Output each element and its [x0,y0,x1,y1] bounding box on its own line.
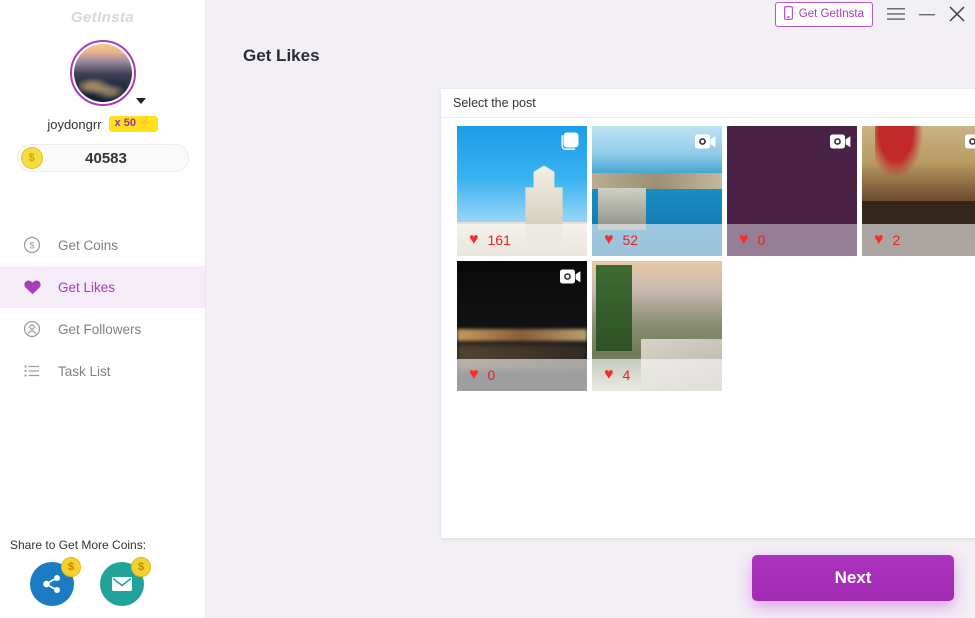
sidebar-item-label: Get Coins [58,237,119,253]
panel-header: Select the post [441,89,975,118]
post-tile[interactable]: ♥ 0 [727,126,857,256]
coin-badge: $ [131,557,155,577]
main-area: Get GetInsta Get Likes Select the post ♥… [206,0,975,618]
like-count: 4 [622,367,631,383]
list-icon [22,361,42,381]
post-tile[interactable]: ♥ 4 [592,261,722,391]
multiplier-label: x 50 [114,117,136,129]
share-network-button[interactable]: $ [30,557,85,606]
like-count: 161 [487,232,511,248]
close-icon[interactable] [949,6,965,22]
like-bar: ♥ 4 [592,359,722,391]
hamburger-menu-icon[interactable] [887,7,905,21]
sidebar-item-task-list[interactable]: Task List [0,350,205,392]
like-bar: ♥ 0 [457,359,587,391]
page-title: Get Likes [243,46,320,65]
heart-icon: ♥ [469,366,479,383]
select-post-label: Select the post [453,96,536,110]
get-getinsta-button[interactable]: Get GetInsta [774,1,873,27]
coin-icon: $ [22,235,42,255]
coin-badge: $ [61,557,85,577]
coin-balance-bar: $ 40583 [16,144,189,172]
like-bar: ♥ 2 [862,224,975,256]
avatar-image [73,44,132,102]
heart-icon [22,277,42,297]
multiplier-badge: x 50 ⚡ [108,116,158,132]
sidebar-item-get-likes[interactable]: Get Likes [0,266,205,308]
post-tile[interactable]: ♥ 0 [457,261,587,391]
sidebar-nav: $ Get Coins Get Likes Get Followers Task… [0,224,205,392]
share-label: Share to Get More Coins: [10,538,147,552]
video-icon [964,132,975,150]
like-bar: ♥ 161 [457,224,587,256]
heart-icon: ♥ [874,231,884,248]
heart-icon: ♥ [604,231,614,248]
sidebar-item-label: Get Followers [58,321,142,337]
coin-icon: $ [20,147,43,169]
like-count: 0 [487,367,496,383]
bolt-icon: ⚡ [137,117,152,129]
post-selection-panel: Select the post ♥161♥52♥0♥2♥53♥0♥4 [441,89,975,538]
post-grid: ♥161♥52♥0♥2♥53♥0♥4 [441,118,975,391]
caret-down-icon[interactable] [135,98,146,104]
coin-balance-value: 40583 [85,149,127,167]
getinsta-window: GetInsta joydongrr x 50 ⚡ $ 40583 $ Get [0,0,975,618]
heart-icon: ♥ [604,366,614,383]
like-count: 2 [892,232,901,248]
video-icon [829,132,851,150]
avatar-ring [69,40,136,106]
sidebar-item-get-followers[interactable]: Get Followers [0,308,205,350]
share-buttons: $ $ [10,557,206,606]
like-count: 0 [757,232,766,248]
sidebar-item-get-coins[interactable]: $ Get Coins [0,224,205,266]
heart-icon: ♥ [739,231,749,248]
svg-text:$: $ [29,241,34,251]
avatar[interactable] [69,40,146,106]
post-tile[interactable]: ♥ 161 [457,126,587,256]
like-count: 52 [622,232,639,248]
post-tile[interactable]: ♥ 52 [592,126,722,256]
sidebar-item-label: Task List [58,363,111,379]
titlebar: Get GetInsta [206,0,975,28]
post-tile[interactable]: ♥ 2 [862,126,975,256]
carousel-icon [559,132,581,150]
share-section: Share to Get More Coins: $ $ [0,538,206,606]
like-bar: ♥ 0 [727,224,857,256]
video-icon [694,132,716,150]
minimize-icon[interactable] [919,7,935,21]
phone-icon [783,5,793,23]
username-label: joydongrr [47,116,102,132]
get-getinsta-label: Get GetInsta [798,8,864,20]
share-email-button[interactable]: $ [100,557,155,606]
sidebar-item-label: Get Likes [58,279,116,295]
video-icon [559,267,581,285]
like-bar: ♥ 52 [592,224,722,256]
sidebar: GetInsta joydongrr x 50 ⚡ $ 40583 $ Get [0,0,206,618]
app-logo: GetInsta [70,9,135,26]
user-circle-icon [22,319,42,339]
user-row: joydongrr x 50 ⚡ [0,116,205,132]
next-button[interactable]: Next [752,555,954,601]
heart-icon: ♥ [469,231,479,248]
